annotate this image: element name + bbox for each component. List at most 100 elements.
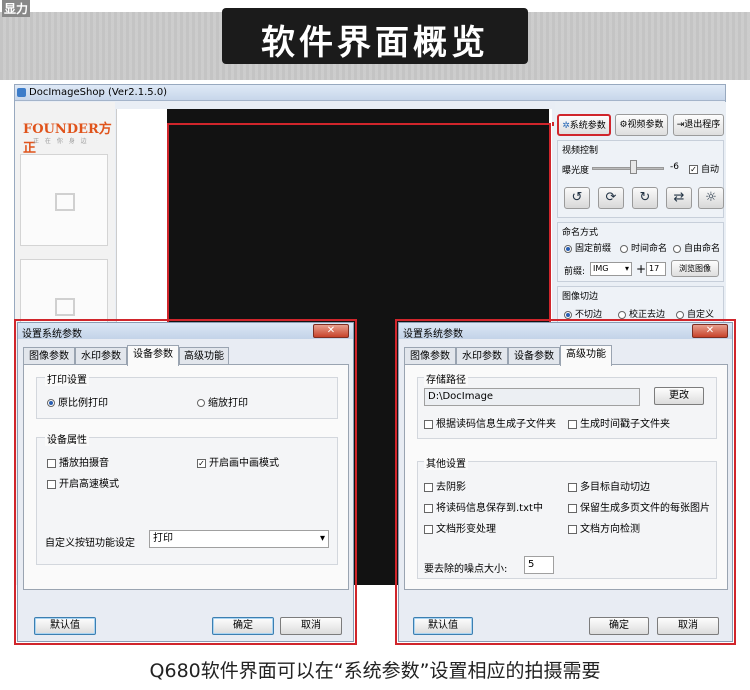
exposure-label: 曝光度 xyxy=(562,166,590,176)
exposure-slider[interactable] xyxy=(592,167,664,170)
deformation-correction-checkbox[interactable]: 文档形变处理 xyxy=(424,520,496,535)
refresh-icon: ⟳ xyxy=(605,190,617,205)
default-button[interactable]: 默认值 xyxy=(413,617,473,635)
checkbox-icon xyxy=(424,524,433,534)
orientation-detection-checkbox[interactable]: 文档方向检测 xyxy=(568,520,640,535)
mirror-button[interactable]: ⇄ xyxy=(666,187,692,209)
custom-button-select[interactable]: 打印 ▾ xyxy=(149,530,329,548)
counter-input[interactable]: 17 xyxy=(646,262,666,276)
cancel-button[interactable]: 取消 xyxy=(657,617,719,635)
timestamp-subfolder-checkbox[interactable]: 生成时间戳子文件夹 xyxy=(568,415,670,430)
naming-fixed-prefix[interactable]: 固定前缀 xyxy=(564,241,611,254)
exposure-slider-handle[interactable] xyxy=(630,160,637,174)
exposure-value: -6 xyxy=(670,162,679,172)
barcode-subfolder-checkbox[interactable]: 根据读码信息生成子文件夹 xyxy=(424,415,556,430)
ok-button[interactable]: 确定 xyxy=(589,617,649,635)
radio-icon xyxy=(197,399,205,407)
storage-path-input[interactable]: D:\DocImage xyxy=(424,388,640,406)
app-icon xyxy=(17,88,26,97)
system-params-button[interactable]: ✲系统参数 xyxy=(557,114,611,136)
corner-logo: 显力 xyxy=(2,0,31,17)
gear-icon: ✲ xyxy=(562,121,570,131)
highlight-frame xyxy=(167,123,551,333)
naming-group: 命名方式 固定前缀 时间命名 自由命名 前缀: IMG ▾ + 17 浏览图像 xyxy=(557,222,724,282)
play-shutter-sound-checkbox[interactable]: 播放拍摄音 xyxy=(47,454,109,469)
check-icon: ✓ xyxy=(689,165,698,174)
naming-label: 命名方式 xyxy=(562,228,599,238)
logo-slogan: 正 在 你 身 边 xyxy=(33,138,89,145)
default-button[interactable]: 默认值 xyxy=(34,617,96,635)
sun-icon: ☼ xyxy=(705,190,717,205)
chevron-down-icon: ▾ xyxy=(319,533,325,544)
tab-image-params[interactable]: 图像参数 xyxy=(23,347,75,365)
print-original-ratio[interactable]: 原比例打印 xyxy=(47,394,108,409)
tab-device-params[interactable]: 设备参数 xyxy=(127,345,179,366)
checkbox-icon xyxy=(568,524,577,534)
radio-selected-icon xyxy=(564,310,572,319)
other-settings-section: 其他设置 去阴影 多目标自动切边 将读码信息保存到.txt中 保留生成多页文件的… xyxy=(417,455,717,579)
thumbnail-slot[interactable] xyxy=(20,154,108,246)
exit-button[interactable]: ⇥退出程序 xyxy=(673,114,724,136)
tab-image-params[interactable]: 图像参数 xyxy=(404,347,456,365)
radio-icon xyxy=(676,310,684,319)
other-settings-label: 其他设置 xyxy=(424,455,468,470)
multi-target-crop-checkbox[interactable]: 多目标自动切边 xyxy=(568,478,650,493)
noise-size-input[interactable]: 5 xyxy=(524,556,554,574)
naming-by-time[interactable]: 时间命名 xyxy=(620,241,667,254)
checkbox-icon xyxy=(568,419,577,429)
tab-watermark-params[interactable]: 水印参数 xyxy=(75,347,127,365)
checkbox-icon xyxy=(424,503,433,513)
app-titlebar: DocImageShop (Ver2.1.5.0) xyxy=(15,85,725,101)
crop-label: 图像切边 xyxy=(562,292,599,302)
left-settings-dialog: 设置系统参数 ✕ 图像参数 水印参数 设备参数 高级功能 打印设置 原比例打印 … xyxy=(17,322,354,642)
tab-device-params[interactable]: 设备参数 xyxy=(508,347,560,365)
close-button[interactable]: ✕ xyxy=(313,324,349,338)
close-button[interactable]: ✕ xyxy=(692,324,728,338)
custom-button-label: 自定义按钮功能设定 xyxy=(45,538,135,549)
gears-icon: ⚙ xyxy=(619,120,628,130)
right-settings-dialog: 设置系统参数 ✕ 图像参数 水印参数 设备参数 高级功能 存储路径 D:\Doc… xyxy=(398,322,733,642)
app-title: DocImageShop (Ver2.1.5.0) xyxy=(29,87,168,98)
video-params-button[interactable]: ⚙视频参数 xyxy=(615,114,668,136)
dialog-titlebar: 设置系统参数 ✕ xyxy=(18,323,353,340)
radio-icon xyxy=(673,244,681,253)
chevron-down-icon: ▾ xyxy=(624,264,629,273)
swap-icon: ⇄ xyxy=(673,190,685,205)
rotate-left-button[interactable]: ↺ xyxy=(564,187,590,209)
rotate-left-icon: ↺ xyxy=(571,190,583,205)
prefix-select[interactable]: IMG ▾ xyxy=(590,262,632,276)
plus-icon: + xyxy=(636,262,647,276)
rotate-right-button[interactable]: ↻ xyxy=(632,187,658,209)
video-control-label: 视频控制 xyxy=(562,146,599,156)
print-scaled[interactable]: 缩放打印 xyxy=(197,394,248,409)
save-barcode-txt-checkbox[interactable]: 将读码信息保存到.txt中 xyxy=(424,499,543,514)
change-path-button[interactable]: 更改 xyxy=(654,387,704,405)
ok-button[interactable]: 确定 xyxy=(212,617,274,635)
brightness-button[interactable]: ☼ xyxy=(698,187,724,209)
checkbox-icon xyxy=(424,482,433,492)
cancel-button[interactable]: 取消 xyxy=(280,617,342,635)
header-banner: 软件界面概览 显力 xyxy=(0,0,750,92)
device-attributes-section: 设备属性 播放拍摄音 ✓ 开启画中画模式 开启高速模式 自定义按钮功能设定 打印 ▾ xyxy=(36,431,338,565)
flip-button[interactable]: ⟳ xyxy=(598,187,624,209)
high-speed-mode-checkbox[interactable]: 开启高速模式 xyxy=(47,475,119,490)
radio-selected-icon xyxy=(564,244,572,253)
checkbox-icon xyxy=(568,482,577,492)
bottom-caption: Q680软件界面可以在“系统参数”设置相应的拍摄需要 xyxy=(149,660,601,682)
tab-advanced[interactable]: 高级功能 xyxy=(179,347,229,365)
tab-watermark-params[interactable]: 水印参数 xyxy=(456,347,508,365)
banner-title: 软件界面概览 xyxy=(261,23,489,63)
naming-free[interactable]: 自由命名 xyxy=(673,241,720,254)
auto-checkbox[interactable]: ✓ 自动 xyxy=(689,162,719,175)
tab-advanced[interactable]: 高级功能 xyxy=(560,345,612,366)
pip-mode-checkbox[interactable]: ✓ 开启画中画模式 xyxy=(197,454,279,469)
image-placeholder-icon xyxy=(55,193,75,211)
device-attributes-label: 设备属性 xyxy=(45,431,89,446)
connector-line xyxy=(552,122,554,126)
image-placeholder-icon xyxy=(55,298,75,316)
noise-size-label: 要去除的噪点大小: xyxy=(424,564,508,575)
keep-multipage-images-checkbox[interactable]: 保留生成多页文件的每张图片 xyxy=(568,499,710,514)
browse-images-button[interactable]: 浏览图像 xyxy=(671,260,719,277)
remove-shadow-checkbox[interactable]: 去阴影 xyxy=(424,478,466,493)
dialog-titlebar: 设置系统参数 ✕ xyxy=(399,323,732,340)
